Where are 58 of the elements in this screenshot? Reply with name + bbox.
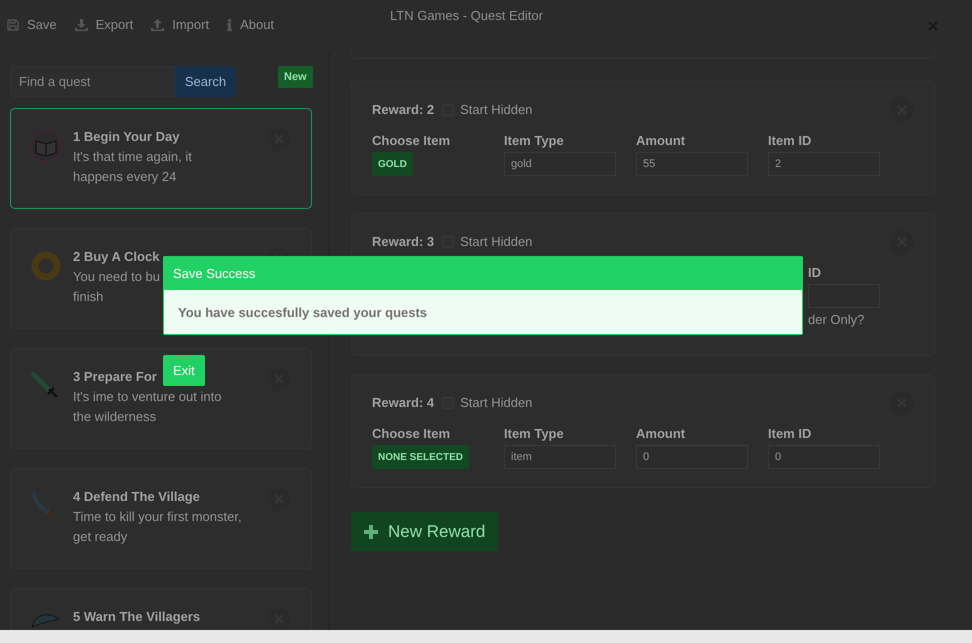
download-icon (74, 18, 88, 30)
input-field[interactable]: item (504, 445, 616, 469)
column-label: Choose Item (372, 426, 452, 441)
column-label: Amount (636, 426, 686, 441)
input-field[interactable]: 0 (636, 445, 748, 469)
window-title: LTN Games - Quest Editor (390, 8, 543, 23)
reward-label: Reward: 3 (372, 234, 434, 249)
toolbar-button[interactable]: About (227, 17, 274, 32)
column-label: Choose Item (372, 133, 452, 148)
input-field[interactable]: 2 (768, 152, 880, 176)
quest-description: get ready (73, 528, 128, 546)
choose-item-button[interactable]: NONE SELECTED (372, 445, 470, 469)
quest-description: It's ime to venture out into (73, 388, 222, 406)
ring-icon (29, 249, 63, 283)
input-field[interactable]: gold (504, 152, 616, 176)
column-label: Amount (636, 133, 686, 148)
quest-title: 3 Prepare For (73, 369, 157, 384)
book-icon (29, 129, 63, 163)
reward-label: Reward: 4 (372, 395, 434, 410)
column-label: Item Type (504, 426, 565, 441)
info-icon (227, 18, 232, 30)
quest-title: 2 Buy A Clock (73, 249, 160, 264)
column-label: Item ID (768, 426, 812, 441)
toolbar-button[interactable]: Import (151, 17, 210, 32)
input-field[interactable]: 55 (636, 152, 748, 176)
modal-message: You have succesfully saved your quests (164, 290, 802, 334)
quest-title: 1 Begin Your Day (73, 129, 180, 144)
quest-description: finish (73, 288, 104, 306)
quest-description: It's that time again, it (73, 148, 192, 166)
checkbox-label: Start Hidden (460, 234, 532, 249)
column-label: ID (808, 265, 822, 280)
search-field[interactable]: Find a quest (10, 66, 175, 97)
save-icon (7, 18, 19, 30)
search-button[interactable]: Search (175, 66, 236, 97)
column-label: Item ID (768, 133, 812, 148)
quest-card[interactable]: 4 Defend The Village Time to kill your first monster, get ready (10, 468, 312, 569)
checkbox-label: Start Hidden (460, 102, 532, 117)
quest-card[interactable]: 1 Begin Your Day It's that time again, it happens every 24 (10, 108, 312, 209)
new-button[interactable]: New (278, 66, 313, 88)
choose-item-button[interactable]: GOLD (372, 152, 413, 176)
toolbar-button[interactable]: Export (74, 17, 134, 32)
quest-description: Time to kill your first monster, (73, 508, 242, 526)
column-label: Item Type (504, 133, 565, 148)
reward-label: Reward: 2 (372, 102, 434, 117)
quest-title: 4 Defend The Village (73, 489, 200, 504)
quest-description: the wilderness (73, 408, 156, 426)
quest-description: You need to bu (73, 268, 160, 286)
new-reward-button[interactable]: New Reward (351, 512, 498, 551)
quest-description: happens every 24 (73, 168, 176, 186)
upload-icon (151, 18, 164, 30)
input-field[interactable]: 0 (768, 445, 880, 469)
quest-card[interactable]: 5 Warn The Villagers (10, 588, 312, 630)
plus-icon (364, 524, 378, 538)
option-label: der Only? (808, 312, 866, 327)
quest-title: 5 Warn The Villagers (73, 609, 200, 624)
checkbox-label: Start Hidden (460, 395, 532, 410)
modal-title: Save Success (164, 257, 802, 290)
toolbar-button[interactable]: Save (7, 17, 57, 32)
